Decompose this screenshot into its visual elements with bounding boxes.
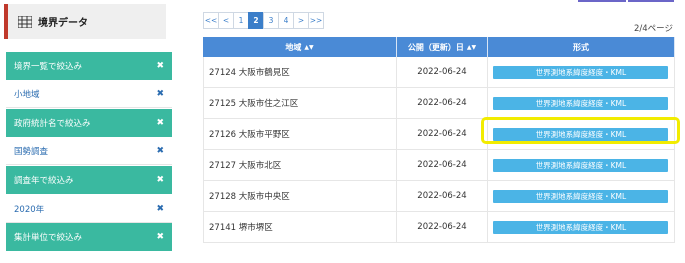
format-cell: 世界測地系緯度経度・KML <box>488 212 674 242</box>
filter-label: 調査年で絞込み <box>14 176 74 186</box>
sidebar: 境界データ 境界一覧で絞込み ✖ 小地域 ✖ 政府統計名で絞込み ✖ 国勢調査 ✖ 調査年で絞込… <box>0 0 175 263</box>
remove-filter-icon[interactable]: ✖ <box>156 204 164 214</box>
area-cell: 27126 大阪市平野区 <box>204 119 398 149</box>
download-kml-button[interactable]: 世界測地系緯度経度・KML <box>493 65 669 79</box>
format-cell: 世界測地系緯度経度・KML <box>488 88 674 118</box>
filter-label: 国勢調査 <box>14 146 49 157</box>
filter-heading[interactable]: 調査年で絞込み ✖ <box>6 166 172 194</box>
table-row: 27128 大阪市中央区 2022-06-24 世界測地系緯度経度・KML <box>203 181 675 212</box>
filter-heading[interactable]: 政府統計名で絞込み ✖ <box>6 109 172 137</box>
area-cell: 27141 堺市堺区 <box>204 212 398 242</box>
page-link[interactable]: > <box>293 12 309 29</box>
table-row: 27125 大阪市住之江区 2022-06-24 世界測地系緯度経度・KML <box>203 88 675 119</box>
page-link[interactable]: 1 <box>233 12 249 29</box>
format-cell: 世界測地系緯度経度・KML <box>488 150 674 180</box>
remove-filter-icon[interactable]: ✖ <box>156 61 164 71</box>
download-kml-button[interactable]: 世界測地系緯度経度・KML <box>493 189 669 203</box>
filter-label: 2020年 <box>14 204 45 215</box>
grid-icon <box>18 15 32 28</box>
page-link[interactable]: 3 <box>263 12 279 29</box>
filter-label: 政府統計名で絞込み <box>14 119 91 129</box>
format-cell: 世界測地系緯度経度・KML <box>488 57 674 87</box>
filter-item[interactable]: 小地域 ✖ <box>6 80 172 108</box>
highlight-box <box>481 117 680 144</box>
filter-label: 境界一覧で絞込み <box>14 62 83 72</box>
filter-label: 小地域 <box>14 89 40 100</box>
download-kml-button[interactable]: 世界測地系緯度経度・KML <box>493 220 669 234</box>
header-published[interactable]: 公開（更新）日 ▲▼ <box>397 37 488 57</box>
header-area[interactable]: 地域 ▲▼ <box>203 37 397 57</box>
page-link[interactable]: << <box>203 12 219 29</box>
page-link[interactable]: 2 <box>248 12 264 29</box>
area-cell: 27125 大阪市住之江区 <box>204 88 398 118</box>
filter-item[interactable]: 2020年 ✖ <box>6 195 172 223</box>
date-cell: 2022-06-24 <box>397 88 488 118</box>
download-kml-button[interactable]: 世界測地系緯度経度・KML <box>493 158 669 172</box>
area-cell: 27127 大阪市北区 <box>204 150 398 180</box>
date-cell: 2022-06-24 <box>397 181 488 211</box>
remove-filter-icon[interactable]: ✖ <box>156 146 164 156</box>
remove-filter-icon[interactable]: ✖ <box>156 118 164 128</box>
date-cell: 2022-06-24 <box>397 57 488 87</box>
top-bar-accent-1 <box>578 0 626 2</box>
table-row: 27141 堺市堺区 2022-06-24 世界測地系緯度経度・KML <box>203 212 675 243</box>
table-row: 27124 大阪市鶴見区 2022-06-24 世界測地系緯度経度・KML <box>203 57 675 88</box>
remove-filter-icon[interactable]: ✖ <box>156 232 164 242</box>
sort-icon: ▲▼ <box>466 43 477 51</box>
remove-filter-icon[interactable]: ✖ <box>156 89 164 99</box>
filter-item[interactable]: 国勢調査 ✖ <box>6 137 172 165</box>
page-link[interactable]: < <box>218 12 234 29</box>
format-cell: 世界測地系緯度経度・KML <box>488 181 674 211</box>
top-bar-accent-2 <box>628 0 674 2</box>
pagination: << <1 2 3 4 > >> <box>203 12 324 29</box>
sidebar-title-box: 境界データ <box>4 4 166 39</box>
page-count: 2/4ページ <box>633 24 673 34</box>
table-header: 地域 ▲▼ 公開（更新）日 ▲▼ 形式 <box>203 37 675 57</box>
filter-heading[interactable]: 集計単位で絞込み ✖ <box>6 223 172 251</box>
filter-heading[interactable]: 境界一覧で絞込み ✖ <box>6 52 172 80</box>
remove-filter-icon[interactable]: ✖ <box>156 175 164 185</box>
filter-label: 集計単位で絞込み <box>14 233 83 243</box>
page-link[interactable]: 4 <box>278 12 294 29</box>
area-cell: 27124 大阪市鶴見区 <box>204 57 398 87</box>
date-cell: 2022-06-24 <box>397 212 488 242</box>
page-link[interactable]: >> <box>308 12 324 29</box>
sort-icon: ▲▼ <box>304 43 314 51</box>
download-kml-button[interactable]: 世界測地系緯度経度・KML <box>493 96 669 110</box>
area-cell: 27128 大阪市中央区 <box>204 181 398 211</box>
table-row: 27127 大阪市北区 2022-06-24 世界測地系緯度経度・KML <box>203 150 675 181</box>
header-format: 形式 <box>488 37 675 57</box>
date-cell: 2022-06-24 <box>397 150 488 180</box>
sidebar-title: 境界データ <box>38 18 88 29</box>
date-cell: 2022-06-24 <box>397 119 488 149</box>
